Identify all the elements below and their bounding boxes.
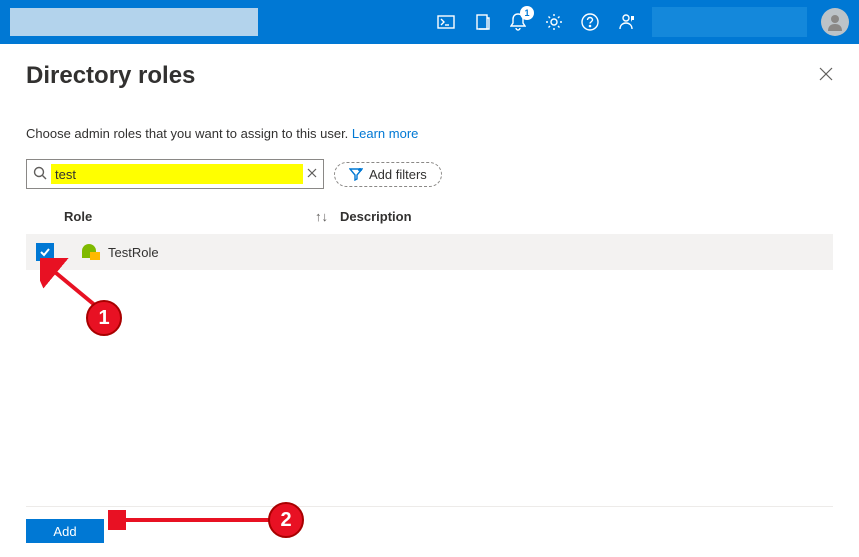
add-button[interactable]: Add bbox=[26, 519, 104, 543]
role-icon bbox=[80, 242, 100, 262]
check-icon bbox=[39, 246, 51, 258]
directory-roles-panel: Directory roles Choose admin roles that … bbox=[0, 44, 859, 270]
close-icon[interactable] bbox=[819, 67, 833, 86]
top-bar: 1 bbox=[0, 0, 859, 44]
avatar[interactable] bbox=[821, 8, 849, 36]
sort-icon[interactable]: ↑↓ bbox=[315, 209, 328, 224]
feedback-icon[interactable] bbox=[616, 12, 636, 32]
instruction-label: Choose admin roles that you want to assi… bbox=[26, 126, 352, 141]
global-search-bar[interactable] bbox=[10, 8, 258, 36]
top-bar-icons: 1 bbox=[436, 12, 636, 32]
role-name: TestRole bbox=[108, 245, 159, 260]
cloud-shell-icon[interactable] bbox=[436, 12, 456, 32]
help-icon[interactable] bbox=[580, 12, 600, 32]
notifications-icon[interactable]: 1 bbox=[508, 12, 528, 32]
column-role-label: Role bbox=[64, 209, 92, 224]
search-value-highlight: test bbox=[51, 164, 303, 184]
filter-icon bbox=[349, 167, 363, 181]
learn-more-link[interactable]: Learn more bbox=[352, 126, 418, 141]
directories-icon[interactable] bbox=[472, 12, 492, 32]
row-checkbox[interactable] bbox=[36, 243, 54, 261]
instruction-text: Choose admin roles that you want to assi… bbox=[26, 126, 833, 141]
table-row[interactable]: TestRole bbox=[26, 234, 833, 270]
footer: Add bbox=[26, 506, 833, 543]
table-header: Role ↑↓ Description bbox=[26, 203, 833, 234]
account-info-strip[interactable] bbox=[652, 7, 807, 37]
row-checkbox-col bbox=[26, 243, 64, 261]
page-title: Directory roles bbox=[26, 62, 195, 90]
column-description-header[interactable]: Description bbox=[340, 209, 833, 224]
clear-search-icon[interactable] bbox=[307, 167, 317, 181]
search-input[interactable]: test bbox=[26, 159, 324, 189]
add-filters-label: Add filters bbox=[369, 167, 427, 182]
search-icon bbox=[33, 166, 47, 183]
column-role-header[interactable]: Role ↑↓ bbox=[64, 209, 340, 224]
notification-badge: 1 bbox=[520, 6, 534, 20]
filter-row: test Add filters bbox=[26, 159, 833, 189]
settings-icon[interactable] bbox=[544, 12, 564, 32]
column-description-label: Description bbox=[340, 209, 412, 224]
annotation-badge-1: 1 bbox=[86, 300, 122, 336]
add-filters-button[interactable]: Add filters bbox=[334, 162, 442, 187]
panel-header: Directory roles bbox=[26, 62, 833, 90]
